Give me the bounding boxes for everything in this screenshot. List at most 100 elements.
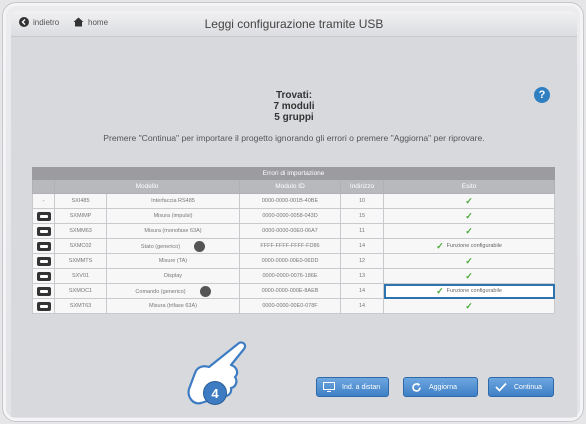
address-cell: 12 [340,253,384,269]
description-cell: Misura (monofase 63A) [106,223,240,239]
result-cell: ✓ [382,223,556,239]
module-id-cell: 0000-0000-000E-8AEB [239,283,341,299]
ok-check-icon: ✓ [436,240,444,251]
indicator-dot-icon [194,240,206,252]
description-text: Misura (monofase 63A) [144,228,202,234]
description-text: Stato (generico) [140,243,181,250]
table-row[interactable]: SXMOC1 Comando (generico) 0000-0000-000E-8… [32,283,556,299]
address-cell: 14 [340,283,384,299]
row-icon-cell [32,253,55,269]
module-id-cell: 0000-0000-00E0-078F [239,298,341,314]
result-cell: ✓ Funzione configurabile [382,238,556,254]
table-row[interactable]: SXMT63 Misura (trifase 63A) 0000-0000-00E0… [32,298,556,314]
row-icon-cell: - [32,193,55,209]
model-cell: SXMT63 [54,298,107,314]
ok-check-icon: ✓ [465,255,473,266]
page-title: Leggi configurazione tramite USB [204,17,384,31]
table-row[interactable]: SXMC02 Stato (generico) FFFF-FFFF-FFFF-FD8… [32,238,556,254]
import-errors-table: Errori di importazione Modello Modulo ID… [31,167,556,314]
remote-address-label: Ind. a distan [342,383,381,391]
module-id-cell: 0000-0000-0058-043D [239,208,341,224]
row-icon-cell [32,208,55,224]
summary: Trovati: 7 moduli 5 gruppi [11,90,577,123]
result-text: Funzione configurabile [446,288,502,294]
description-text: Comando (generico) [135,288,186,295]
module-id-cell: 0000-0000-00E0-06A7 [239,223,341,239]
main-panel: Trovati: 7 moduli 5 gruppi ? Premere "Co… [11,37,577,417]
row-icon-cell [32,298,55,314]
description-text: Misura (trifase 63A) [149,303,197,309]
module-id-cell: 0000-0000-00E0-06DD [239,253,341,269]
description-text: Interfaccia RS485 [151,198,195,204]
module-device-icon [36,226,51,236]
module-device-icon [36,211,51,221]
model-cell: SXMOC1 [54,283,107,299]
col-icon [32,179,55,194]
module-id-cell: 0000-0000-001B-40BE [239,193,341,209]
description-cell: Interfaccia RS485 [106,193,240,209]
model-cell: SXI485 [54,193,107,209]
address-cell: 14 [340,238,384,254]
col-result: Esito [382,179,556,194]
description-text: Misure (TA) [158,258,188,264]
update-button[interactable]: Aggiorna [403,377,478,397]
ok-check-icon: ✓ [436,285,444,296]
col-model: Modello [54,179,240,194]
result-cell: ✓ [382,268,556,284]
refresh-icon [409,381,423,393]
table-row[interactable]: - SXI485 Interfaccia RS485 0000-0000-001B-4… [32,193,556,209]
ok-check-icon: ✓ [465,270,473,281]
module-id-cell: FFFF-FFFF-FFFF-FD86 [239,238,341,254]
summary-groups: 5 gruppi [274,112,314,123]
update-label: Aggiorna [429,383,458,391]
description-cell: Misure (TA) [106,253,240,269]
result-cell: ✓ [382,253,556,269]
help-button[interactable]: ? [534,87,550,103]
description-cell: Comando (generico) [106,283,240,299]
description-cell: Misura (impulsi) [106,208,240,224]
continue-label: Continua [514,383,543,391]
result-cell: ✓ [382,298,556,314]
module-device-icon [36,271,51,281]
description-cell: Stato (generico) [106,238,240,254]
row-icon-cell [32,268,55,284]
description-cell: Misura (trifase 63A) [106,298,240,314]
module-device-icon [36,256,51,266]
module-device-icon [36,286,51,296]
description-text: Display [163,273,183,279]
address-cell: 13 [340,268,384,284]
model-cell: SXMIMP [54,208,107,224]
address-cell: 10 [340,193,384,209]
address-cell: 15 [340,208,384,224]
ok-check-icon: ✓ [465,195,473,206]
app-frame: indietro home Leggi configurazione trami… [2,2,584,422]
module-device-icon [36,301,51,311]
summary-found: Trovati: [275,90,313,101]
row-icon-cell [32,223,55,239]
table-row[interactable]: SXV01 Display 0000-0000-0076-186E 13 ✓ [32,268,556,284]
ok-check-icon: ✓ [465,225,473,236]
description-cell: Display [106,268,240,284]
col-address: Indirizzo [340,179,384,194]
continue-button[interactable]: Continua [488,377,554,397]
dash-icon: - [42,197,45,205]
result-text: Funzione configurabile [446,243,502,249]
result-cell: ✓ Funzione configurabile [382,283,556,299]
model-cell: SXMMTS [54,253,107,269]
result-cell: ✓ [382,193,556,209]
table-row[interactable]: SXMIMP Misura (impulsi) 0000-0000-0058-043… [32,208,556,224]
row-icon-cell [32,283,55,299]
description-text: Misura (impulsi) [153,213,193,219]
table-row[interactable]: SXMM63 Misura (monofase 63A) 0000-0000-00E… [32,223,556,239]
table-row[interactable]: SXMMTS Misure (TA) 0000-0000-00E0-06DD 12 ✓ [32,253,556,269]
model-cell: SXMC02 [54,238,107,254]
indicator-dot-icon [199,285,211,297]
model-cell: SXMM63 [54,223,107,239]
row-icon-cell [32,238,55,254]
col-module-id: Modulo ID [239,179,341,194]
address-cell: 14 [340,298,384,314]
remote-address-button[interactable]: Ind. a distan [316,377,389,397]
address-cell: 11 [340,223,384,239]
module-id-cell: 0000-0000-0076-186E [239,268,341,284]
instruction-message: Premere "Continua" per importare il prog… [103,133,485,143]
